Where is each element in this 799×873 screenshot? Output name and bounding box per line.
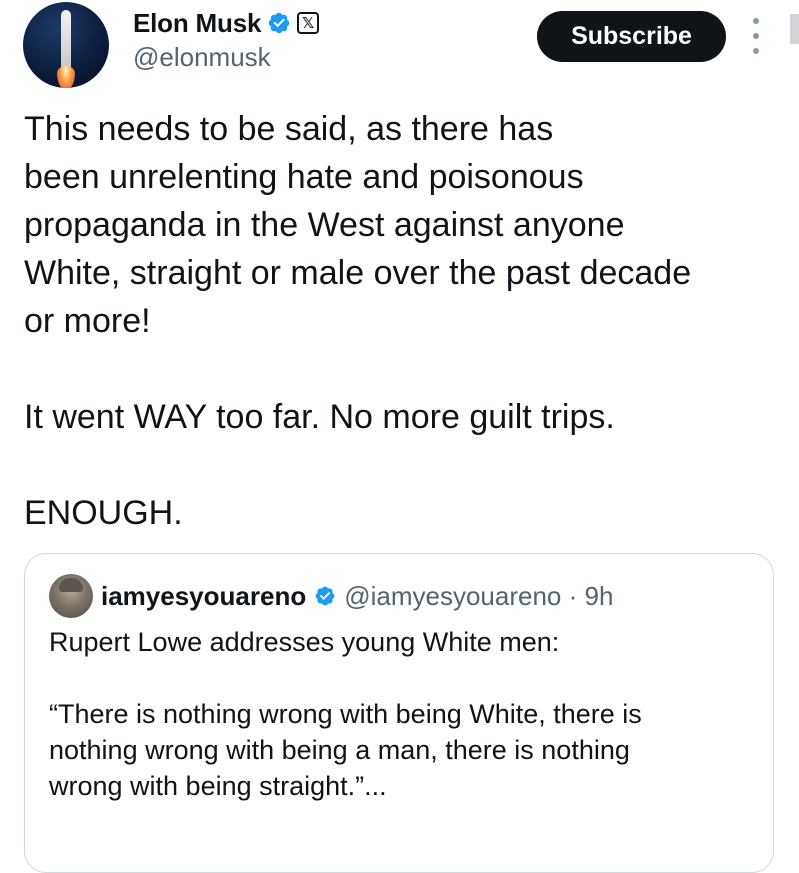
author-name-row: Elon Musk 𝕏 bbox=[133, 8, 320, 39]
quoted-post-header: iamyesyouareno @iamyesyouareno · 9h bbox=[49, 574, 613, 618]
quoted-author-name[interactable]: iamyesyouareno bbox=[101, 581, 306, 612]
x-affiliate-icon: 𝕏 bbox=[297, 12, 320, 34]
more-vertical-icon[interactable] bbox=[750, 18, 762, 54]
post-header: Elon Musk 𝕏 @elonmusk Subscribe bbox=[0, 0, 799, 100]
rocket-icon bbox=[61, 10, 71, 70]
quoted-author-handle-time: @iamyesyouareno · 9h bbox=[344, 580, 614, 611]
author-avatar[interactable] bbox=[23, 2, 109, 88]
scrollbar-edge bbox=[790, 14, 799, 44]
quoted-post-card[interactable]: iamyesyouareno @iamyesyouareno · 9h Rupe… bbox=[24, 553, 774, 873]
verified-icon bbox=[268, 12, 290, 34]
quoted-author-avatar[interactable] bbox=[49, 574, 93, 618]
post-text: This needs to be said, as there has been… bbox=[24, 110, 692, 532]
author-handle[interactable]: @elonmusk bbox=[133, 42, 271, 73]
verified-icon bbox=[315, 586, 335, 606]
quoted-post-text: Rupert Lowe addresses young White men: “… bbox=[49, 627, 642, 801]
subscribe-button[interactable]: Subscribe bbox=[537, 11, 726, 62]
author-display-name[interactable]: Elon Musk bbox=[133, 8, 261, 39]
rocket-flame bbox=[57, 66, 75, 88]
